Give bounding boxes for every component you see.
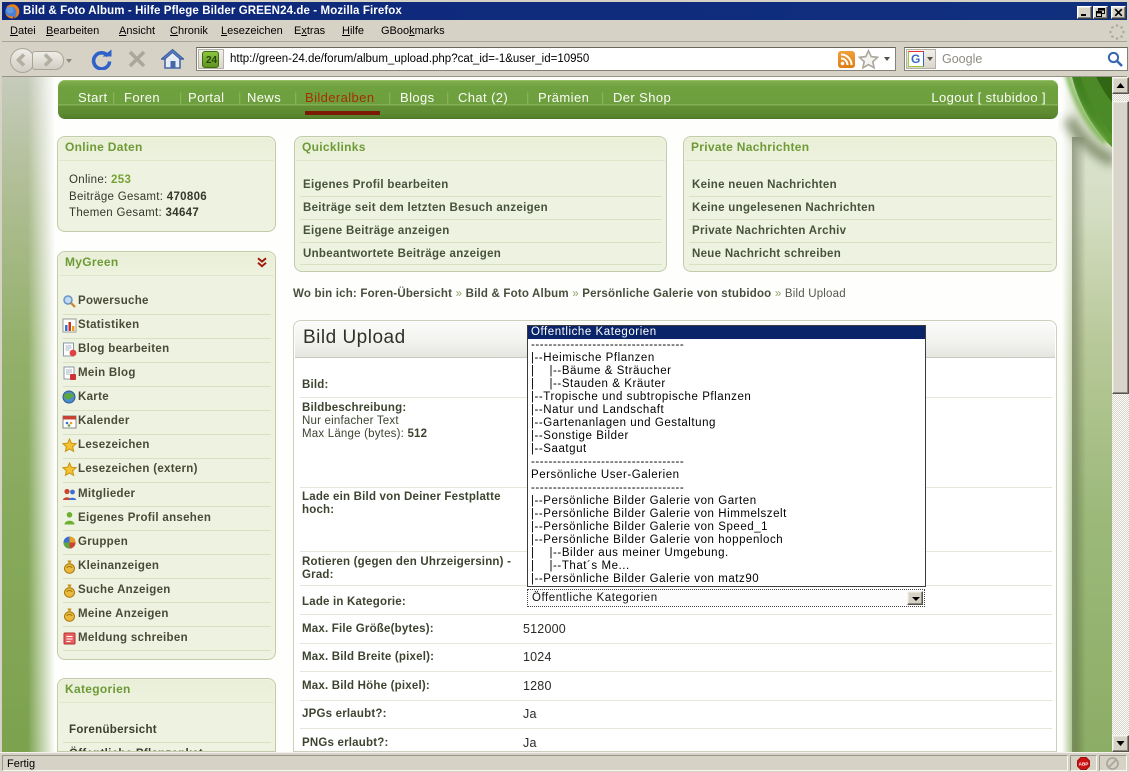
svg-text:ABP: ABP: [1079, 762, 1089, 767]
